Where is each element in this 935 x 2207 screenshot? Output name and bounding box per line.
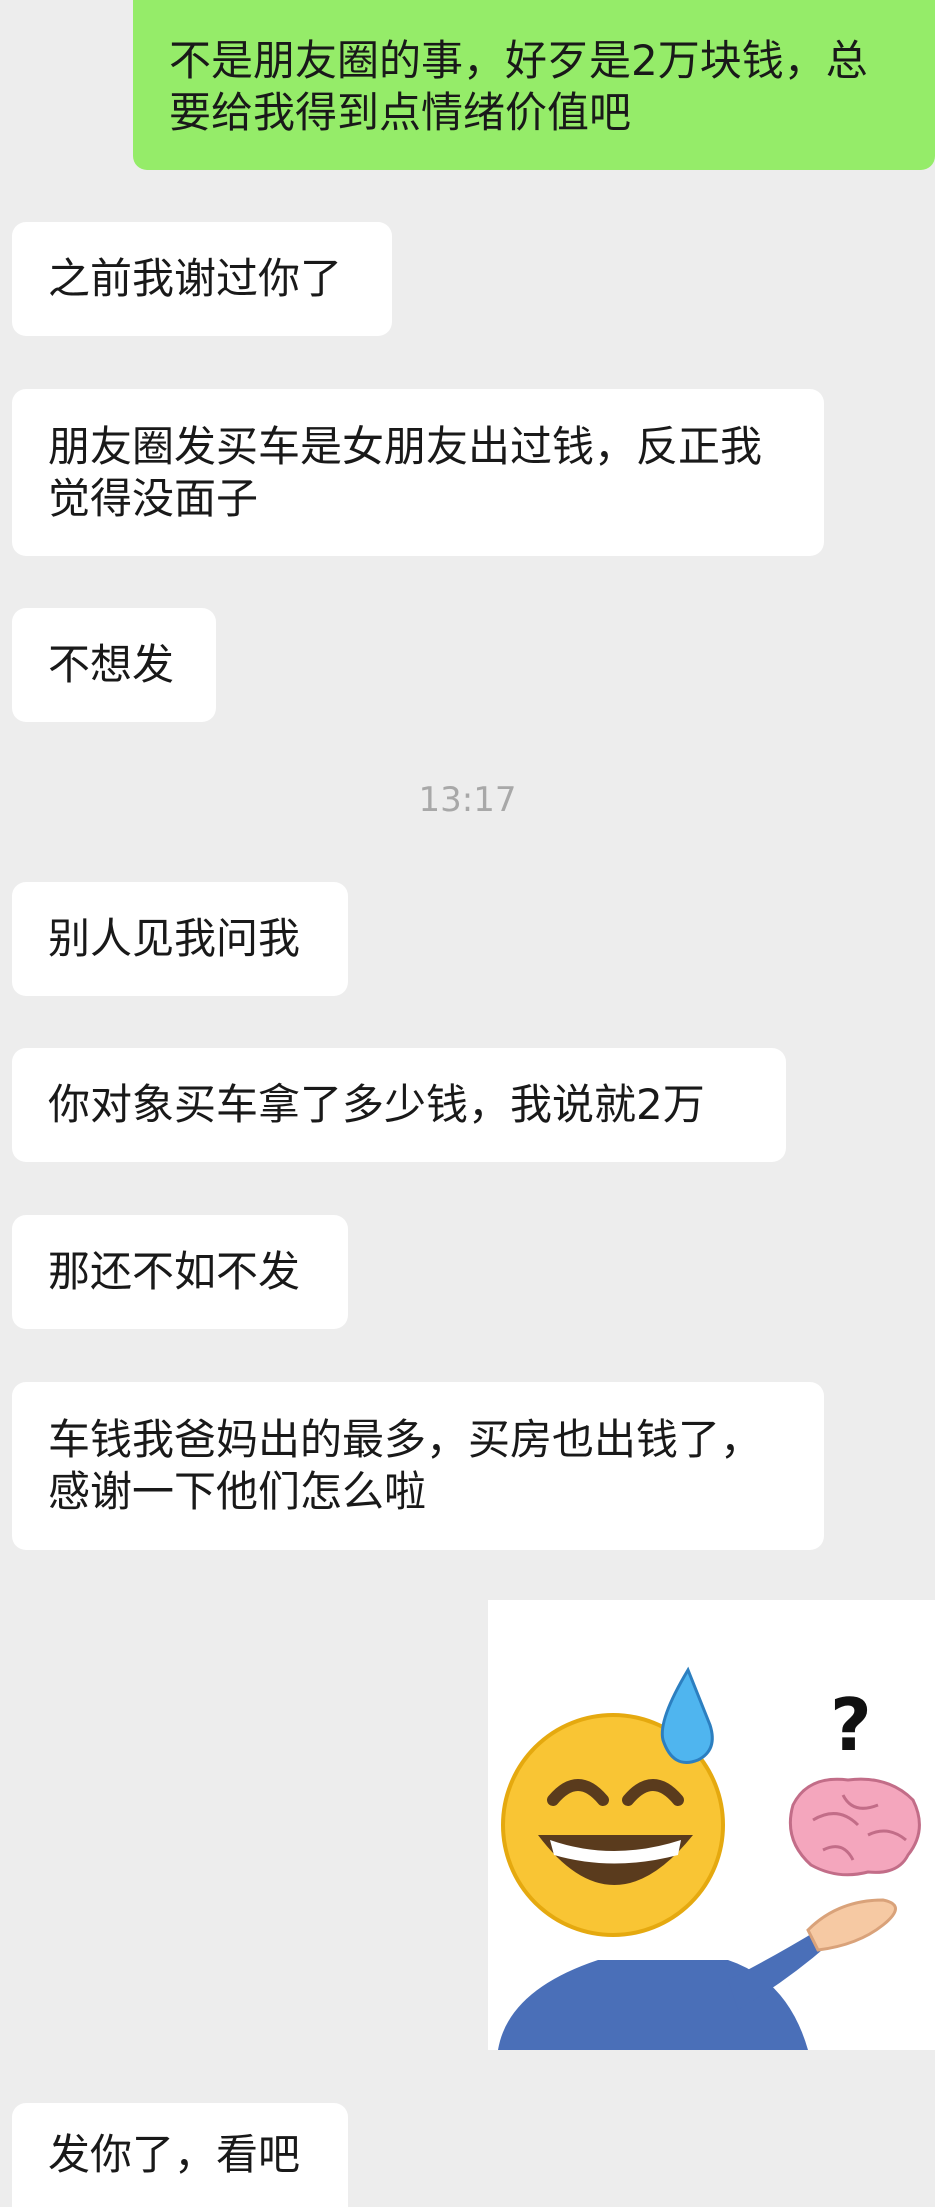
message-bubble-incoming[interactable]: 朋友圈发买车是女朋友出过钱，反正我 觉得没面子	[12, 389, 824, 556]
chat-thread: 不是朋友圈的事，好歹是2万块钱，总 要给我得到点情绪价值吧 之前我谢过你了 朋友…	[0, 0, 935, 2207]
question-mark: ?	[830, 1683, 872, 1767]
message-text: 你对象买车拿了多少钱，我说就2万	[48, 1080, 705, 1129]
message-text: 发你了，看吧	[48, 2130, 301, 2179]
message-bubble-incoming[interactable]: 之前我谢过你了	[12, 222, 392, 336]
message-text: 朋友圈发买车是女朋友出过钱，反正我 觉得没面子	[48, 421, 763, 523]
message-text: 那还不如不发	[48, 1247, 301, 1296]
message-bubble-incoming[interactable]: 发你了，看吧	[12, 2103, 348, 2207]
message-text: 不想发	[48, 640, 175, 689]
message-text: 别人见我问我	[48, 914, 301, 963]
sweat-smile-brain-shrug-icon: ?	[498, 1666, 921, 2050]
message-bubble-incoming[interactable]: 那还不如不发	[12, 1215, 348, 1329]
message-bubble-outgoing[interactable]: 不是朋友圈的事，好歹是2万块钱，总 要给我得到点情绪价值吧	[133, 0, 935, 170]
message-bubble-incoming[interactable]: 别人见我问我	[12, 882, 348, 996]
message-timestamp: 13:17	[418, 780, 517, 820]
sticker-image[interactable]: ?	[488, 1600, 935, 2050]
message-bubble-incoming[interactable]: 你对象买车拿了多少钱，我说就2万	[12, 1048, 786, 1162]
message-bubble-incoming[interactable]: 不想发	[12, 608, 216, 722]
message-bubble-incoming[interactable]: 车钱我爸妈出的最多，买房也出钱了， 感谢一下他们怎么啦	[12, 1382, 824, 1550]
message-text: 车钱我爸妈出的最多，买房也出钱了， 感谢一下他们怎么啦	[48, 1415, 763, 1516]
message-text: 之前我谢过你了	[48, 254, 343, 303]
message-text: 不是朋友圈的事，好歹是2万块钱，总 要给我得到点情绪价值吧	[169, 36, 868, 137]
